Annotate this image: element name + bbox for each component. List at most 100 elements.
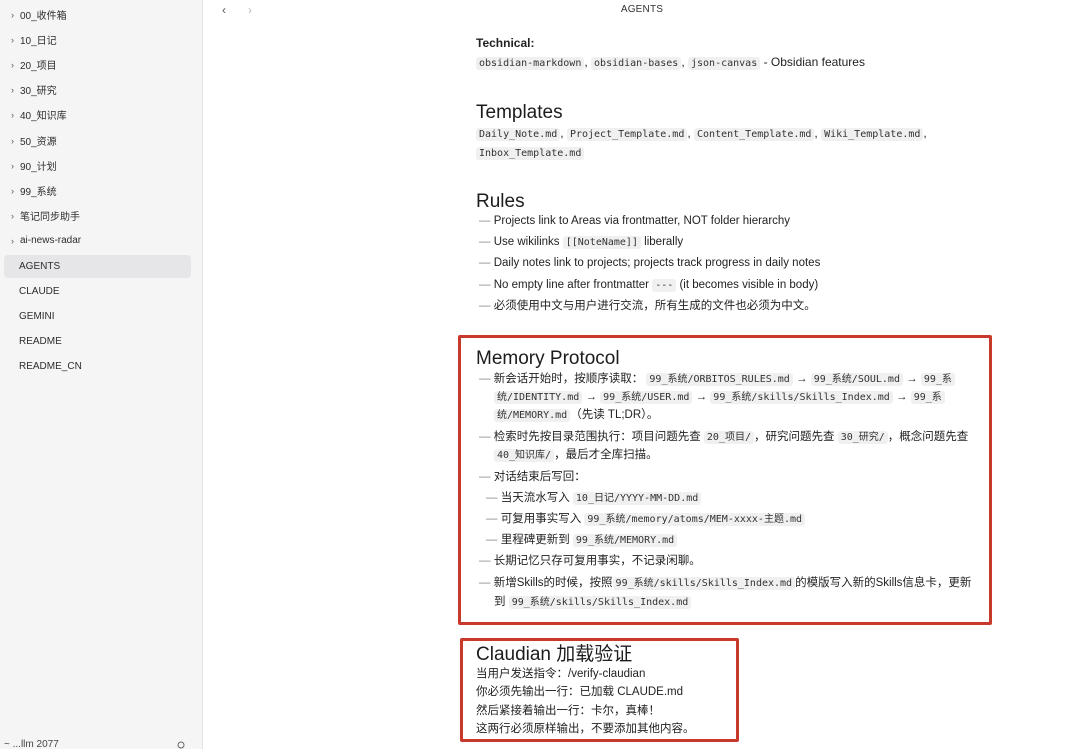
- memory-item-cont: 到 99_系统/skills/Skills_Index.md: [494, 594, 692, 611]
- sidebar-folder-plans[interactable]: › 90_计划: [4, 154, 191, 177]
- arrow: →: [585, 391, 597, 403]
- inline-code: 统/MEMORY.md: [494, 409, 571, 422]
- chevron-right-icon: ›: [11, 235, 14, 246]
- chevron-right-icon: ›: [11, 59, 14, 70]
- tab-header: ‹ › AGENTS: [204, 0, 1080, 22]
- memory-text: （先读 TL;DR）。: [570, 409, 659, 421]
- technical-heading: Technical:: [476, 36, 535, 50]
- memory-item: — 对话结束后写回：: [479, 469, 586, 485]
- inline-code: 统/IDENTITY.md: [494, 391, 583, 404]
- inline-code: 99_系统/skills/Skills_Index.md: [710, 391, 893, 404]
- inline-code: 30_研究/: [837, 431, 888, 444]
- settings-icon[interactable]: [176, 740, 186, 749]
- list-bullet: —: [479, 471, 491, 483]
- sidebar-file-gemini[interactable]: GEMINI: [4, 305, 191, 328]
- inline-code: 99_系: [910, 391, 945, 404]
- sidebar-folder-knowledge[interactable]: › 40_知识库: [4, 103, 191, 126]
- memory-text: ，最后才全库扫描。: [554, 449, 658, 461]
- chevron-right-icon: ›: [11, 9, 14, 20]
- inline-code: 99_系统/skills/Skills_Index.md: [612, 577, 796, 590]
- memory-text: 当天流水写入: [500, 492, 570, 504]
- inline-code: 99_系统/skills/Skills_Index.md: [508, 596, 692, 609]
- memory-item-cont: 统/MEMORY.md （先读 TL;DR）。: [494, 407, 658, 424]
- inline-code: 99_系统/USER.md: [600, 391, 693, 404]
- memory-text: 长期记忆只存可复用事实，不记录闲聊。: [493, 555, 701, 567]
- arrow: →: [796, 373, 808, 385]
- memory-text: 的模版写入新的Skills信息卡，更新: [795, 577, 972, 589]
- rule-text: No empty line after frontmatter: [493, 279, 653, 291]
- rule-text: liberally: [640, 236, 684, 248]
- list-bullet: —: [479, 300, 491, 312]
- rules-heading: Rules: [476, 191, 525, 212]
- list-bullet: —: [479, 257, 491, 269]
- memory-text: 检索时先按目录范围执行：项目问题先查: [493, 431, 701, 443]
- inline-code: Wiki_Template.md: [821, 128, 924, 141]
- memory-text: ，概念问题先查: [887, 431, 969, 443]
- list-bullet: —: [486, 534, 498, 546]
- rule-text: Projects link to Areas via frontmatter, …: [493, 215, 791, 227]
- sidebar-folder-projects[interactable]: › 20_项目: [4, 53, 191, 76]
- file-explorer-sidebar: › 00_收件箱 › 10_日记 › 20_项目 › 30_研究 › 40_知识库 › 50…: [0, 0, 203, 749]
- rules-item: — Use wikilinks [[NoteName]] liberally: [479, 234, 683, 251]
- chevron-right-icon: ›: [11, 109, 14, 120]
- inline-code: [[NoteName]]: [562, 236, 641, 249]
- rule-text: (it becomes visible in body): [676, 279, 819, 291]
- chevron-right-icon: ›: [11, 34, 14, 45]
- sidebar-folder-system[interactable]: › 99_系统: [4, 179, 191, 202]
- rule-text: Use wikilinks: [493, 236, 563, 248]
- chevron-right-icon: ›: [11, 84, 14, 95]
- memory-text: 到: [494, 596, 506, 608]
- claudian-line: 当用户发送指令：/verify-claudian: [476, 668, 646, 680]
- inline-code: 99_系统/ORBITOS_RULES.md: [646, 373, 793, 386]
- list-bullet: —: [486, 513, 498, 525]
- inline-code: ---: [652, 279, 677, 292]
- rules-item: — 必须使用中文与用户进行交流，所有生成的文件也必须为中文。: [479, 298, 816, 314]
- sidebar-folder-research[interactable]: › 30_研究: [4, 78, 191, 101]
- arrow: →: [896, 391, 908, 403]
- inline-code: Project_Template.md: [566, 128, 688, 141]
- memory-subitem: — 里程碑更新到 99_系统/MEMORY.md: [486, 532, 678, 549]
- memory-text: ，研究问题先查: [754, 431, 835, 443]
- inline-code: Content_Template.md: [694, 128, 815, 141]
- vault-name[interactable]: ~ ...llm 2077: [4, 739, 59, 749]
- list-bullet: —: [479, 236, 491, 248]
- inline-code: 99_系统/memory/atoms/MEM-xxxx-主题.md: [584, 513, 806, 526]
- sidebar-file-agents[interactable]: AGENTS: [4, 255, 191, 278]
- inline-code: 99_系统/SOUL.md: [810, 373, 903, 386]
- inline-code: 20_项目/: [703, 431, 754, 444]
- sidebar-file-readme-cn[interactable]: README_CN: [4, 355, 191, 378]
- memory-text: 新会话开始时，按顺序读取：: [493, 373, 644, 385]
- inline-code: 10_日记/YYYY-MM-DD.md: [572, 492, 702, 505]
- inline-code: json-canvas: [688, 57, 761, 70]
- sidebar-folder-diary[interactable]: › 10_日记: [4, 28, 191, 51]
- sidebar-folder-inbox[interactable]: › 00_收件箱: [4, 3, 191, 26]
- memory-heading: Memory Protocol: [476, 348, 620, 369]
- inline-code: 40_知识库/: [494, 449, 555, 462]
- memory-text: 里程碑更新到: [500, 534, 570, 546]
- claudian-line: 你必须先输出一行：已加载 CLAUDE.md: [476, 686, 684, 698]
- document-title: AGENTS: [620, 4, 664, 15]
- inline-code: obsidian-markdown: [476, 57, 585, 70]
- sidebar-file-readme[interactable]: README: [4, 330, 191, 353]
- memory-item: — 长期记忆只存可复用事实，不记录闲聊。: [479, 553, 701, 569]
- memory-item: — 检索时先按目录范围执行：项目问题先查 20_项目/，研究问题先查 30_研究…: [479, 429, 968, 446]
- memory-item: — 新增Skills的时候，按照 99_系统/skills/Skills_Inde…: [479, 575, 971, 592]
- sidebar-folder-resources[interactable]: › 50_资源: [4, 129, 191, 152]
- list-bullet: —: [479, 555, 491, 567]
- chevron-right-icon: ›: [11, 185, 14, 196]
- inline-code: Daily_Note.md: [476, 128, 561, 141]
- chevron-right-icon: ›: [11, 160, 14, 171]
- technical-line: obsidian-markdown, obsidian-bases, json-…: [476, 54, 865, 72]
- list-bullet: —: [479, 215, 491, 227]
- memory-text: 可复用事实写入: [500, 513, 582, 525]
- list-bullet: —: [479, 373, 491, 385]
- sidebar-file-claude[interactable]: CLAUDE: [4, 280, 191, 303]
- memory-text: 新增Skills的时候，按照: [493, 577, 613, 589]
- sidebar-folder-ai-news-radar[interactable]: › ai-news-radar: [4, 229, 191, 252]
- memory-subitem: — 可复用事实写入 99_系统/memory/atoms/MEM-xxxx-主题…: [486, 511, 806, 528]
- technical-suffix: - Obsidian features: [763, 55, 865, 69]
- list-bullet: —: [479, 431, 491, 443]
- inline-code: 99_系: [920, 373, 955, 386]
- rules-item: — No empty line after frontmatter --- (i…: [479, 277, 818, 294]
- sidebar-folder-sync-assistant[interactable]: › 笔记同步助手: [4, 204, 191, 227]
